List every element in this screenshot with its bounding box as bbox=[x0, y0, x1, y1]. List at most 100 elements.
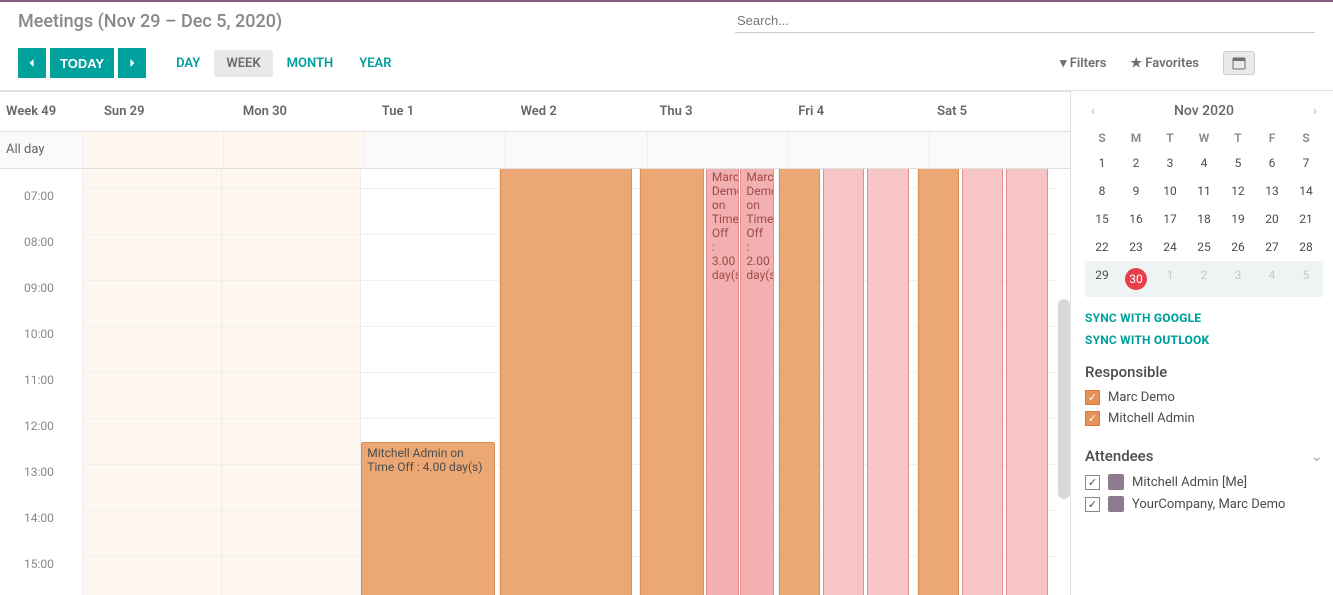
calendar-icon bbox=[1232, 56, 1246, 70]
mini-day[interactable]: 25 bbox=[1187, 233, 1221, 261]
mini-day[interactable]: 23 bbox=[1119, 233, 1153, 261]
mini-day[interactable]: 2 bbox=[1187, 261, 1221, 297]
mini-day[interactable]: 19 bbox=[1221, 205, 1255, 233]
checkbox-icon: ✓ bbox=[1085, 390, 1100, 405]
mini-day[interactable]: 8 bbox=[1085, 177, 1119, 205]
mini-day[interactable]: 6 bbox=[1255, 149, 1289, 177]
time-label: 09:00 bbox=[0, 281, 82, 327]
scrollbar-thumb[interactable] bbox=[1058, 299, 1070, 499]
mini-day[interactable]: 9 bbox=[1119, 177, 1153, 205]
day-column[interactable] bbox=[917, 169, 1056, 595]
mini-day[interactable]: 12 bbox=[1221, 177, 1255, 205]
sync-google-link[interactable]: SYNC WITH GOOGLE bbox=[1085, 307, 1323, 329]
mini-day[interactable]: 24 bbox=[1153, 233, 1187, 261]
mini-day-header: T bbox=[1221, 127, 1255, 149]
page-title: Meetings (Nov 29 – Dec 5, 2020) bbox=[18, 11, 282, 32]
calendar-event[interactable]: Mitchell Admin on Time Off : 4.00 day(s) bbox=[361, 442, 495, 595]
checkbox-icon: ✓ bbox=[1085, 411, 1100, 426]
tab-month[interactable]: MONTH bbox=[275, 50, 346, 77]
mini-day[interactable]: 13 bbox=[1255, 177, 1289, 205]
calendar-event[interactable] bbox=[962, 169, 1003, 595]
time-label: 14:00 bbox=[0, 511, 82, 557]
sync-outlook-link[interactable]: SYNC WITH OUTLOOK bbox=[1085, 329, 1323, 351]
day-column[interactable] bbox=[778, 169, 917, 595]
mini-day[interactable]: 5 bbox=[1221, 149, 1255, 177]
day-header[interactable]: Wed 2 bbox=[515, 92, 654, 131]
mini-day[interactable]: 22 bbox=[1085, 233, 1119, 261]
expand-icon[interactable]: ⌄ bbox=[1310, 447, 1323, 465]
mini-day[interactable]: 7 bbox=[1289, 149, 1323, 177]
calendar-view-button[interactable] bbox=[1223, 51, 1255, 75]
calendar-event[interactable] bbox=[779, 169, 820, 595]
mini-next-button[interactable]: › bbox=[1313, 103, 1317, 119]
mini-day[interactable]: 28 bbox=[1289, 233, 1323, 261]
calendar-event[interactable]: Marc Demo on Time Off : 3.00 day(s) bbox=[706, 169, 739, 595]
calendar-event[interactable] bbox=[918, 169, 959, 595]
calendar-event[interactable] bbox=[640, 169, 705, 595]
chevron-right-icon bbox=[128, 57, 136, 69]
mini-day[interactable]: 10 bbox=[1153, 177, 1187, 205]
search-input[interactable] bbox=[735, 9, 1315, 33]
mini-day[interactable]: 30 bbox=[1119, 261, 1153, 297]
mini-day[interactable]: 15 bbox=[1085, 205, 1119, 233]
favorites-button[interactable]: ★ Favorites bbox=[1130, 56, 1199, 71]
mini-day-header: F bbox=[1255, 127, 1289, 149]
prev-button[interactable] bbox=[18, 48, 46, 78]
calendar-event[interactable]: Marc Demo on Time Off : 2.00 day(s) bbox=[740, 169, 773, 595]
day-header[interactable]: Mon 30 bbox=[237, 92, 376, 131]
mini-prev-button[interactable]: ‹ bbox=[1091, 103, 1095, 119]
mini-day[interactable]: 29 bbox=[1085, 261, 1119, 297]
calendar-event[interactable] bbox=[823, 169, 864, 595]
day-header[interactable]: Sun 29 bbox=[82, 92, 237, 131]
attendee-item[interactable]: ✓ Mitchell Admin [Me] bbox=[1085, 471, 1323, 493]
time-label: 15:00 bbox=[0, 557, 82, 595]
responsible-heading: Responsible bbox=[1085, 363, 1323, 381]
sidebar: ‹ Nov 2020 › SMTWTFS12345678910111213141… bbox=[1070, 91, 1333, 595]
day-column[interactable]: Mitchell Admin on Time Off : 4.00 day(s) bbox=[360, 169, 499, 595]
next-button[interactable] bbox=[118, 48, 146, 78]
week-number-label: Week 49 bbox=[0, 92, 82, 131]
chevron-left-icon bbox=[28, 57, 36, 69]
mini-day[interactable]: 27 bbox=[1255, 233, 1289, 261]
day-column[interactable]: Marc Demo on Time Off : 3.00 day(s)Marc … bbox=[639, 169, 778, 595]
mini-day[interactable]: 18 bbox=[1187, 205, 1221, 233]
today-button[interactable]: TODAY bbox=[50, 48, 114, 78]
mini-day[interactable]: 1 bbox=[1085, 149, 1119, 177]
day-column[interactable] bbox=[499, 169, 638, 595]
mini-day[interactable]: 21 bbox=[1289, 205, 1323, 233]
mini-day[interactable]: 4 bbox=[1187, 149, 1221, 177]
day-header[interactable]: Thu 3 bbox=[653, 92, 792, 131]
calendar-event[interactable] bbox=[500, 169, 631, 595]
time-label: 06:00 bbox=[0, 169, 82, 189]
mini-day[interactable]: 26 bbox=[1221, 233, 1255, 261]
mini-day[interactable]: 3 bbox=[1153, 149, 1187, 177]
mini-day[interactable]: 2 bbox=[1119, 149, 1153, 177]
mini-day[interactable]: 11 bbox=[1187, 177, 1221, 205]
day-column[interactable] bbox=[82, 169, 221, 595]
mini-day[interactable]: 4 bbox=[1255, 261, 1289, 297]
day-header[interactable]: Fri 4 bbox=[792, 92, 931, 131]
attendee-item[interactable]: ✓ YourCompany, Marc Demo bbox=[1085, 493, 1323, 515]
mini-day-header: W bbox=[1187, 127, 1221, 149]
filters-button[interactable]: ▾ Filters bbox=[1060, 56, 1106, 71]
calendar-event[interactable] bbox=[1006, 169, 1047, 595]
tab-year[interactable]: YEAR bbox=[347, 50, 403, 77]
day-column[interactable] bbox=[221, 169, 360, 595]
tab-day[interactable]: DAY bbox=[164, 50, 212, 77]
mini-day[interactable]: 3 bbox=[1221, 261, 1255, 297]
mini-day[interactable]: 17 bbox=[1153, 205, 1187, 233]
mini-day[interactable]: 14 bbox=[1289, 177, 1323, 205]
day-header[interactable]: Sat 5 bbox=[931, 92, 1070, 131]
responsible-item[interactable]: ✓ Mitchell Admin bbox=[1085, 408, 1323, 429]
mini-day[interactable]: 1 bbox=[1153, 261, 1187, 297]
mini-day[interactable]: 20 bbox=[1255, 205, 1289, 233]
time-label: 12:00 bbox=[0, 419, 82, 465]
responsible-item[interactable]: ✓ Marc Demo bbox=[1085, 387, 1323, 408]
calendar-event[interactable] bbox=[867, 169, 908, 595]
mini-day[interactable]: 16 bbox=[1119, 205, 1153, 233]
mini-day-header: M bbox=[1119, 127, 1153, 149]
tab-week[interactable]: WEEK bbox=[214, 50, 272, 77]
checkbox-icon: ✓ bbox=[1085, 497, 1100, 512]
day-header[interactable]: Tue 1 bbox=[376, 92, 515, 131]
mini-day[interactable]: 5 bbox=[1289, 261, 1323, 297]
